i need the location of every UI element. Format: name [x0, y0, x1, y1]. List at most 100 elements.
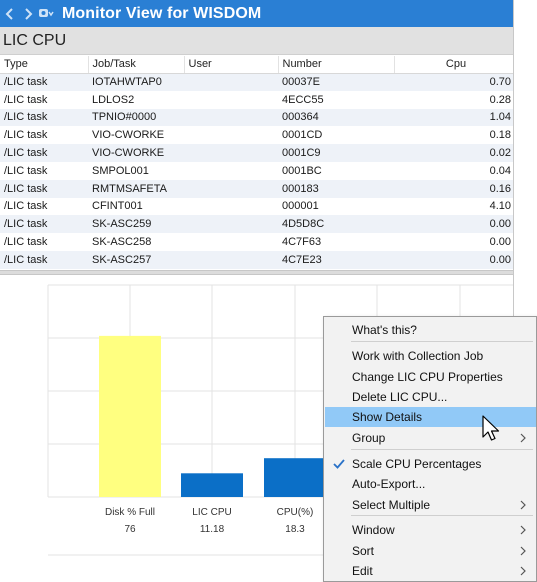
context-menu: What's this? Work with Collection Job Chan… — [323, 316, 537, 582]
table-row[interactable]: /LIC task LDLOS2 4ECC55 0.28 — [0, 90, 513, 109]
menu-item-what-s-this[interactable]: What's this? — [325, 320, 536, 340]
cell-number: 4ECC55 — [278, 90, 394, 109]
cell-type: /LIC task — [0, 90, 88, 109]
cell-type: /LIC task — [0, 179, 88, 198]
column-header-cpu[interactable]: Cpu — [394, 56, 513, 74]
menu-item-window[interactable]: Window — [325, 520, 536, 540]
column-header-number[interactable]: Number — [278, 56, 395, 74]
cell-user — [184, 161, 278, 180]
cell-user — [184, 179, 278, 198]
lic-cpu-table: Type Job/Task User Number Cpu /LIC task I… — [0, 56, 513, 272]
menu-item-edit[interactable]: Edit — [325, 561, 536, 581]
cell-job-task: TPNIO#0000 — [88, 108, 184, 127]
table-row[interactable]: /LIC task IOTAHWTAP0 00037E 0.70 — [0, 73, 513, 91]
cell-cpu: 0.28 — [394, 90, 513, 109]
cell-number: 0001CD — [278, 126, 394, 145]
cell-user — [184, 233, 278, 251]
cell-user — [184, 126, 278, 145]
bar-disk-full[interactable] — [99, 335, 161, 497]
cell-cpu: 4.10 — [394, 197, 513, 216]
bar-lic-cpu[interactable] — [181, 473, 243, 497]
cell-user — [184, 215, 278, 234]
menu-item-scale-cpu-percentages[interactable]: Scale CPU Percentages — [325, 454, 536, 474]
cell-user — [184, 197, 278, 216]
cell-job-task: VIO-CWORKE — [88, 144, 184, 162]
cell-number: 0001C9 — [278, 144, 394, 162]
menu-item-change-lic-cpu-properties[interactable]: Change LIC CPU Properties — [325, 367, 536, 387]
value-label: 76 — [124, 524, 136, 535]
menu-item-show-details[interactable]: Show Details — [325, 407, 536, 427]
menu-item-label: Select Multiple — [352, 498, 431, 512]
category-label: LIC CPU — [192, 507, 232, 518]
cell-cpu: 0.00 — [394, 215, 513, 234]
monitor-app-icon[interactable] — [38, 6, 54, 22]
menu-item-delete-lic-cpu[interactable]: Delete LIC CPU... — [325, 387, 536, 407]
menu-item-auto-export[interactable]: Auto-Export... — [325, 474, 536, 494]
cell-job-task: LDLOS2 — [88, 90, 184, 109]
menu-separator — [351, 515, 533, 516]
cell-cpu: 0.18 — [394, 126, 513, 145]
menu-separator — [351, 449, 533, 450]
menu-item-group[interactable]: Group — [325, 428, 536, 448]
menu-item-label: Edit — [352, 564, 373, 578]
table-row[interactable]: /LIC task VIO-CWORKE 0001CD 0.18 — [0, 126, 513, 145]
cell-number: 000001 — [278, 197, 394, 216]
menu-item-select-multiple[interactable]: Select Multiple — [325, 495, 536, 515]
menu-item-sort[interactable]: Sort — [325, 541, 536, 561]
cell-user — [184, 73, 278, 91]
bar-cpu[interactable] — [264, 458, 326, 497]
mouse-pointer-icon — [482, 415, 500, 441]
table-row[interactable]: /LIC task TPNIO#0000 000364 1.04 — [0, 108, 513, 127]
cell-number: 000364 — [278, 108, 394, 127]
cell-job-task: SMPOL001 — [88, 161, 184, 180]
table-row[interactable]: /LIC task VIO-CWORKE 0001C9 0.02 — [0, 144, 513, 162]
cell-type: /LIC task — [0, 73, 88, 91]
menu-item-label: Scale CPU Percentages — [352, 457, 482, 471]
cell-cpu: 0.02 — [394, 144, 513, 162]
table-row[interactable]: /LIC task SMPOL001 0001BC 0.04 — [0, 161, 513, 180]
cell-type: /LIC task — [0, 108, 88, 127]
table-row[interactable]: /LIC task SK-ASC257 4C7E23 0.00 — [0, 250, 513, 269]
submenu-chevron-icon — [520, 546, 526, 556]
cell-job-task: SK-ASC258 — [88, 233, 184, 251]
menu-item-label: Window — [352, 523, 395, 537]
cell-type: /LIC task — [0, 126, 88, 145]
cell-user — [184, 108, 278, 127]
column-header-job-task[interactable]: Job/Task — [88, 56, 185, 74]
cell-user — [184, 90, 278, 109]
table-row[interactable]: /LIC task RMTMSAFETA 000183 0.16 — [0, 179, 513, 198]
cell-user — [184, 250, 278, 269]
cell-type: /LIC task — [0, 197, 88, 216]
title-bar: Monitor View for WISDOM — [0, 0, 513, 27]
panel-title: LIC CPU — [0, 27, 513, 55]
column-header-user[interactable]: User — [184, 56, 279, 74]
menu-item-label: Group — [352, 431, 386, 445]
cell-user — [184, 144, 278, 162]
value-label: 11.18 — [199, 524, 225, 535]
menu-item-label: What's this? — [352, 323, 417, 337]
cell-number: 4C7E23 — [278, 250, 394, 269]
cell-number: 00037E — [278, 73, 394, 91]
cell-cpu: 0.00 — [394, 233, 513, 251]
cell-number: 4D5D8C — [278, 215, 394, 234]
table-row[interactable]: /LIC task CFINT001 000001 4.10 — [0, 197, 513, 216]
menu-item-work-with-collection-job[interactable]: Work with Collection Job — [325, 346, 536, 366]
cell-job-task: VIO-CWORKE — [88, 126, 184, 145]
back-arrow-icon[interactable] — [2, 6, 18, 22]
cell-job-task: SK-ASC259 — [88, 215, 184, 234]
category-label: Disk % Full — [104, 507, 155, 518]
cell-cpu: 0.00 — [394, 250, 513, 269]
submenu-chevron-icon — [520, 433, 526, 443]
table-row[interactable]: /LIC task SK-ASC258 4C7F63 0.00 — [0, 233, 513, 251]
cell-number: 0001BC — [278, 161, 394, 180]
cell-cpu: 1.04 — [394, 108, 513, 127]
table-header-row: Type Job/Task User Number Cpu — [0, 56, 513, 74]
window-title: Monitor View for WISDOM — [62, 4, 262, 22]
table-row[interactable]: /LIC task SK-ASC259 4D5D8C 0.00 — [0, 215, 513, 234]
forward-arrow-icon[interactable] — [20, 6, 36, 22]
cell-job-task: SK-ASC257 — [88, 250, 184, 269]
checkmark-icon — [333, 459, 345, 469]
cell-job-task: IOTAHWTAP0 — [88, 73, 184, 91]
menu-item-label: Show Details — [352, 410, 423, 424]
column-header-type[interactable]: Type — [0, 56, 89, 74]
